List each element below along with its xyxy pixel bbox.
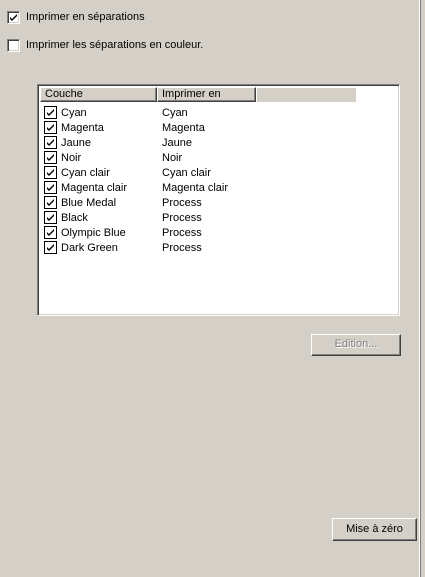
print-color-label: Imprimer les séparations en couleur. [26,39,204,51]
checkmark-icon [47,154,54,161]
layer-print-as: Magenta clair [162,181,229,194]
layer-checkbox[interactable] [44,181,57,194]
print-separations-option[interactable]: Imprimer en séparations [7,10,145,24]
checkmark-icon [47,229,54,236]
print-color-checkbox[interactable] [7,38,20,52]
reset-button[interactable]: Mise à zéro [332,518,417,541]
layer-row[interactable]: Magenta Magenta [44,120,228,135]
checkmark-icon [47,169,54,176]
layer-name: Black [61,211,88,224]
layer-print-as: Noir [162,151,183,164]
layers-list-header: Couche Imprimer en [40,87,356,102]
layer-checkbox[interactable] [44,121,57,134]
print-color-option[interactable]: Imprimer les séparations en couleur. [7,38,203,52]
layer-name: Magenta clair [61,181,128,194]
checkmark-icon [47,184,54,191]
layer-row[interactable]: Dark Green Process [44,240,228,255]
checkmark-icon [47,199,54,206]
layers-rows: Cyan Cyan Magenta Magenta Jaune Jaune Noir Noir… [44,105,228,255]
checkmark-icon [47,109,54,116]
layer-row[interactable]: Noir Noir [44,150,228,165]
layer-checkbox[interactable] [44,166,57,179]
layer-row[interactable]: Cyan clair Cyan clair [44,165,228,180]
edit-button[interactable]: Edition... [311,334,401,356]
layer-name: Cyan clair [61,166,110,179]
layers-list[interactable]: Couche Imprimer en Cyan Cyan Magenta Magent… [37,84,400,316]
layer-row[interactable]: Cyan Cyan [44,105,228,120]
layer-print-as: Cyan clair [162,166,211,179]
print-separations-checkbox[interactable] [7,10,20,24]
layer-print-as: Jaune [162,136,192,149]
layer-row[interactable]: Black Process [44,210,228,225]
layer-print-as: Process [162,211,202,224]
checkmark-icon [10,13,17,21]
column-header-couche[interactable]: Couche [40,87,157,102]
layer-checkbox[interactable] [44,211,57,224]
layer-name: Dark Green [61,241,118,254]
layer-name: Blue Medal [61,196,117,209]
layer-checkbox[interactable] [44,151,57,164]
layer-checkbox[interactable] [44,226,57,239]
layer-name: Jaune [61,136,91,149]
layer-name: Cyan [61,106,87,119]
layer-print-as: Cyan [162,106,188,119]
layer-row[interactable]: Olympic Blue Process [44,225,228,240]
layer-checkbox[interactable] [44,106,57,119]
layer-print-as: Magenta [162,121,205,134]
layer-checkbox[interactable] [44,136,57,149]
layer-checkbox[interactable] [44,196,57,209]
layer-print-as: Process [162,196,202,209]
layer-print-as: Process [162,241,202,254]
layer-name: Noir [61,151,82,164]
panel-edge-shadow [420,0,421,577]
checkmark-icon [47,139,54,146]
checkmark-icon [47,124,54,131]
layer-row[interactable]: Jaune Jaune [44,135,228,150]
column-header-empty [256,87,356,102]
checkmark-icon [47,214,54,221]
layer-row[interactable]: Magenta clair Magenta clair [44,180,228,195]
layer-name: Magenta [61,121,104,134]
layer-name: Olympic Blue [61,226,126,239]
layer-print-as: Process [162,226,202,239]
print-separations-label: Imprimer en séparations [26,11,145,23]
checkmark-icon [47,244,54,251]
layer-checkbox[interactable] [44,241,57,254]
layer-row[interactable]: Blue Medal Process [44,195,228,210]
column-header-imprimer-en[interactable]: Imprimer en [157,87,256,102]
